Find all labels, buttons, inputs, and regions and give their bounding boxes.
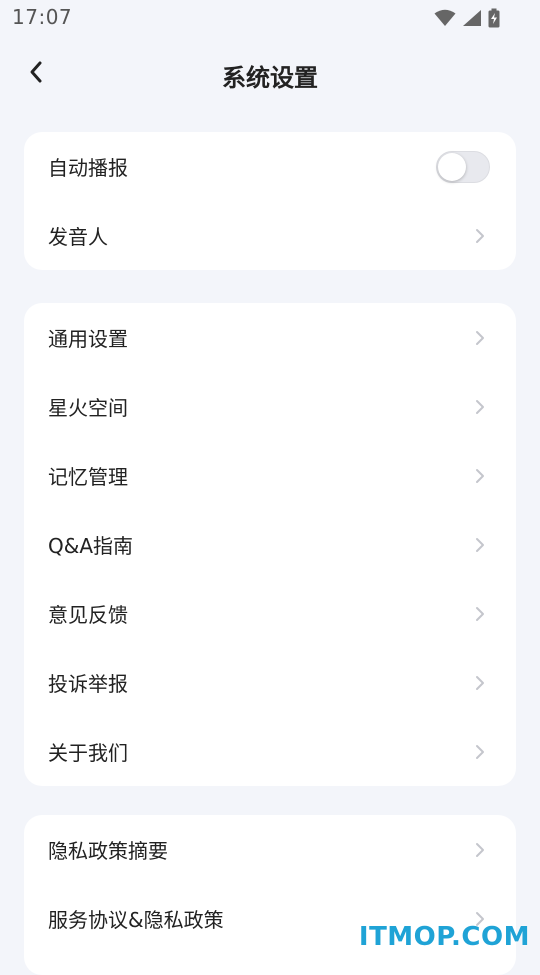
row-label: 通用设置 xyxy=(48,323,128,352)
row-auto-broadcast: 自动播报 xyxy=(24,132,516,201)
row-feedback[interactable]: 意见反馈 xyxy=(24,579,516,648)
row-label: 记忆管理 xyxy=(48,461,128,490)
row-privacy-summary[interactable]: 隐私政策摘要 xyxy=(24,815,516,884)
chevron-right-icon xyxy=(474,744,486,760)
row-label: 星火空间 xyxy=(48,392,128,421)
wifi-icon xyxy=(434,9,456,27)
status-icons xyxy=(434,8,500,28)
chevron-right-icon xyxy=(474,606,486,622)
row-label: 自动播报 xyxy=(48,152,128,181)
row-general-settings[interactable]: 通用设置 xyxy=(24,303,516,372)
chevron-right-icon xyxy=(474,842,486,858)
cell-signal-icon xyxy=(462,9,482,27)
row-label: 投诉举报 xyxy=(48,668,128,697)
row-label: 服务协议&隐私政策 xyxy=(48,904,224,933)
settings-card-general: 通用设置 星火空间 记忆管理 Q&A指南 意见反馈 投诉举报 关于我们 xyxy=(24,303,516,786)
chevron-right-icon xyxy=(474,675,486,691)
row-label: 关于我们 xyxy=(48,737,128,766)
watermark: ITMOP.COM xyxy=(359,922,530,952)
chevron-right-icon xyxy=(474,228,486,244)
row-label: Q&A指南 xyxy=(48,530,133,559)
row-spark-space[interactable]: 星火空间 xyxy=(24,372,516,441)
auto-broadcast-toggle[interactable] xyxy=(436,151,490,183)
chevron-right-icon xyxy=(474,399,486,415)
battery-charging-icon xyxy=(488,8,500,28)
chevron-right-icon xyxy=(474,468,486,484)
row-speaker[interactable]: 发音人 xyxy=(24,201,516,270)
row-about-us[interactable]: 关于我们 xyxy=(24,717,516,786)
status-time: 17:07 xyxy=(12,5,72,29)
settings-card-playback: 自动播报 发音人 xyxy=(24,132,516,270)
status-bar: 17:07 xyxy=(0,0,540,36)
toggle-knob xyxy=(438,153,466,181)
row-label: 隐私政策摘要 xyxy=(48,835,168,864)
row-label: 意见反馈 xyxy=(48,599,128,628)
header: 系统设置 xyxy=(0,36,540,112)
page-title: 系统设置 xyxy=(0,58,540,93)
chevron-right-icon xyxy=(474,537,486,553)
row-qa-guide[interactable]: Q&A指南 xyxy=(24,510,516,579)
chevron-right-icon xyxy=(474,330,486,346)
row-memory-management[interactable]: 记忆管理 xyxy=(24,441,516,510)
row-complaint-report[interactable]: 投诉举报 xyxy=(24,648,516,717)
row-label: 发音人 xyxy=(48,221,108,250)
